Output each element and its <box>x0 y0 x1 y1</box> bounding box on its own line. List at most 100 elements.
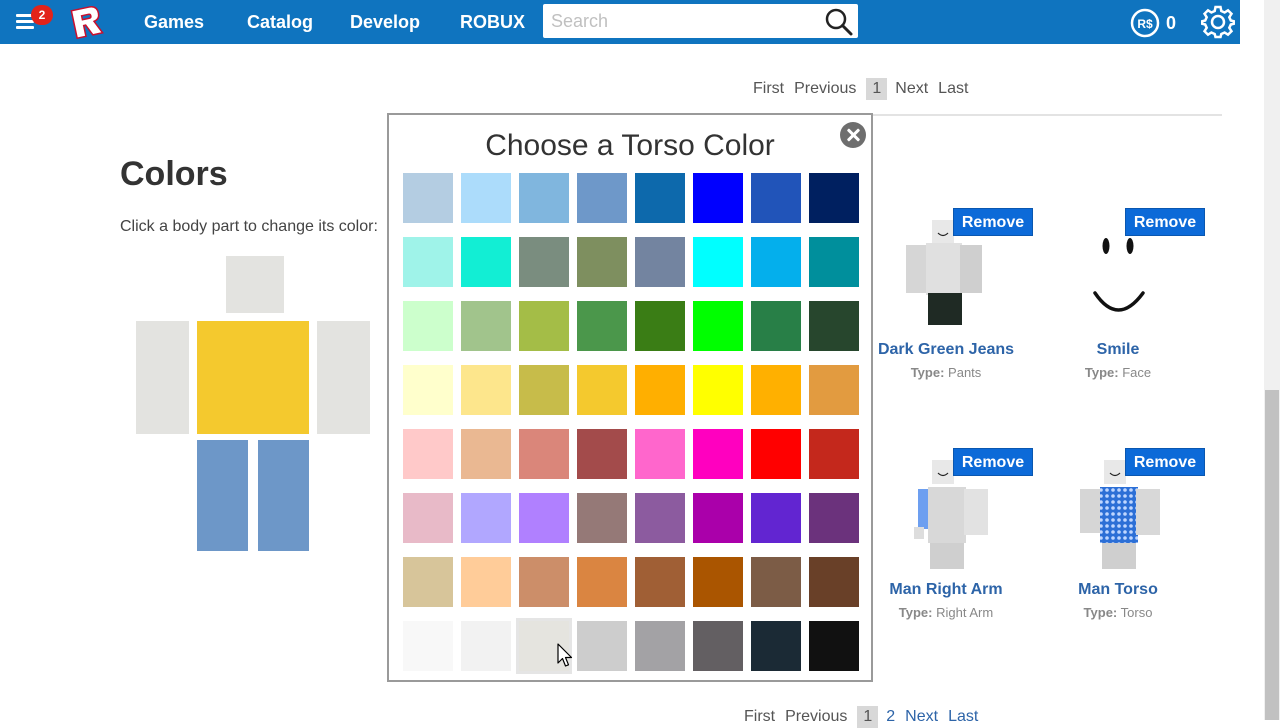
color-swatch[interactable] <box>635 493 685 543</box>
color-swatch[interactable] <box>403 493 453 543</box>
color-swatch[interactable] <box>461 557 511 607</box>
color-swatch[interactable] <box>519 237 569 287</box>
color-swatch[interactable] <box>577 493 627 543</box>
color-swatch[interactable] <box>693 365 743 415</box>
color-swatch[interactable] <box>751 237 801 287</box>
color-swatch[interactable] <box>519 301 569 351</box>
pager-previous[interactable]: Previous <box>785 708 847 726</box>
color-swatch[interactable] <box>577 237 627 287</box>
color-swatch[interactable] <box>809 493 859 543</box>
color-swatch[interactable] <box>635 621 685 671</box>
item-thumbnail[interactable]: Remove <box>1038 445 1205 575</box>
color-swatch[interactable] <box>461 301 511 351</box>
color-swatch[interactable] <box>635 237 685 287</box>
close-icon[interactable] <box>840 122 866 148</box>
body-part-left-arm[interactable] <box>317 321 370 434</box>
pager-first[interactable]: First <box>744 708 775 726</box>
color-swatch[interactable] <box>461 621 511 671</box>
item-name[interactable]: Smile <box>1038 341 1198 359</box>
body-part-torso[interactable] <box>197 321 309 434</box>
pager-next[interactable]: Next <box>895 80 928 98</box>
color-swatch[interactable] <box>577 429 627 479</box>
roblox-logo-icon[interactable] <box>68 4 104 40</box>
nav-catalog[interactable]: Catalog <box>247 12 313 33</box>
settings-gear-icon[interactable] <box>1201 5 1235 39</box>
search-icon[interactable] <box>824 7 854 37</box>
color-swatch[interactable] <box>693 173 743 223</box>
item-name[interactable]: Man Right Arm <box>866 581 1026 599</box>
robux-balance[interactable]: R$ 0 <box>1130 8 1176 38</box>
color-swatch[interactable] <box>751 557 801 607</box>
item-thumbnail[interactable]: Remove <box>866 205 1033 335</box>
pager-previous[interactable]: Previous <box>794 80 856 98</box>
color-swatch[interactable] <box>403 621 453 671</box>
color-swatch[interactable] <box>461 493 511 543</box>
color-swatch[interactable] <box>403 429 453 479</box>
color-swatch[interactable] <box>751 173 801 223</box>
item-thumbnail[interactable]: Remove <box>866 445 1033 575</box>
item-thumbnail[interactable]: Remove <box>1038 205 1205 335</box>
page-scrollbar-thumb[interactable] <box>1265 390 1279 720</box>
color-swatch[interactable] <box>693 493 743 543</box>
color-swatch[interactable] <box>519 173 569 223</box>
color-swatch[interactable] <box>635 301 685 351</box>
color-swatch[interactable] <box>519 365 569 415</box>
color-swatch[interactable] <box>577 621 627 671</box>
color-swatch[interactable] <box>751 429 801 479</box>
color-swatch[interactable] <box>693 301 743 351</box>
nav-robux[interactable]: ROBUX <box>460 12 525 33</box>
remove-button[interactable]: Remove <box>1125 448 1205 476</box>
color-swatch[interactable] <box>519 493 569 543</box>
remove-button[interactable]: Remove <box>1125 208 1205 236</box>
color-swatch[interactable] <box>751 621 801 671</box>
pager-first[interactable]: First <box>753 80 784 98</box>
body-part-left-leg[interactable] <box>258 440 309 551</box>
color-swatch[interactable] <box>693 621 743 671</box>
color-swatch[interactable] <box>809 301 859 351</box>
body-part-head[interactable] <box>226 256 284 313</box>
color-swatch[interactable] <box>751 301 801 351</box>
color-swatch[interactable] <box>693 237 743 287</box>
color-swatch[interactable] <box>809 365 859 415</box>
color-swatch[interactable] <box>577 301 627 351</box>
color-swatch[interactable] <box>809 557 859 607</box>
color-swatch[interactable] <box>577 365 627 415</box>
pager-current-page[interactable]: 1 <box>857 706 879 728</box>
color-swatch[interactable] <box>635 429 685 479</box>
pager-last[interactable]: Last <box>938 80 968 98</box>
pager-next[interactable]: Next <box>905 708 938 726</box>
remove-button[interactable]: Remove <box>953 448 1033 476</box>
color-swatch[interactable] <box>693 557 743 607</box>
item-name[interactable]: Dark Green Jeans <box>866 341 1026 359</box>
color-swatch[interactable] <box>461 237 511 287</box>
color-swatch[interactable] <box>693 429 743 479</box>
color-swatch[interactable] <box>809 237 859 287</box>
color-swatch[interactable] <box>577 173 627 223</box>
color-swatch[interactable] <box>751 365 801 415</box>
body-part-right-arm[interactable] <box>136 321 189 434</box>
pager-current-page[interactable]: 1 <box>866 78 888 100</box>
color-swatch[interactable] <box>519 557 569 607</box>
color-swatch[interactable] <box>635 173 685 223</box>
color-swatch[interactable] <box>809 621 859 671</box>
color-swatch[interactable] <box>461 429 511 479</box>
nav-games[interactable]: Games <box>144 12 204 33</box>
color-swatch[interactable] <box>461 365 511 415</box>
color-swatch[interactable] <box>461 173 511 223</box>
color-swatch[interactable] <box>403 365 453 415</box>
remove-button[interactable]: Remove <box>953 208 1033 236</box>
color-swatch[interactable] <box>635 365 685 415</box>
color-swatch[interactable] <box>516 618 572 674</box>
pager-last[interactable]: Last <box>948 708 978 726</box>
color-swatch[interactable] <box>403 301 453 351</box>
color-swatch[interactable] <box>403 237 453 287</box>
search-input[interactable] <box>551 8 821 34</box>
color-swatch[interactable] <box>403 557 453 607</box>
color-swatch[interactable] <box>809 429 859 479</box>
color-swatch[interactable] <box>519 429 569 479</box>
color-swatch[interactable] <box>635 557 685 607</box>
color-swatch[interactable] <box>751 493 801 543</box>
color-swatch[interactable] <box>809 173 859 223</box>
nav-develop[interactable]: Develop <box>350 12 420 33</box>
item-name[interactable]: Man Torso <box>1038 581 1198 599</box>
